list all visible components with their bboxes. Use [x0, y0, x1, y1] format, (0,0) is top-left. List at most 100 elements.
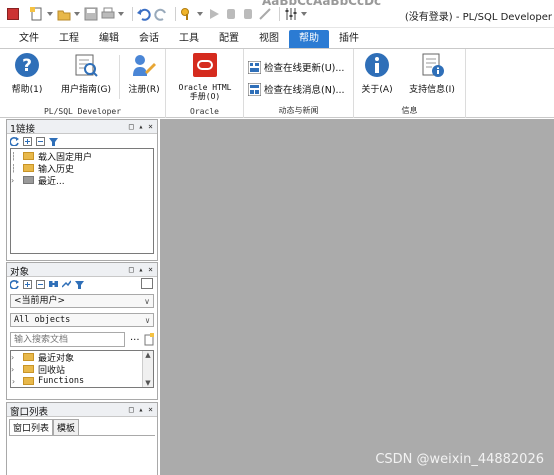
tab-view[interactable]: 视图	[249, 30, 289, 48]
tab-project[interactable]: 工程	[49, 30, 89, 48]
key-icon[interactable]	[180, 7, 194, 21]
rollback-icon[interactable]	[241, 7, 255, 21]
support-info-button[interactable]: 支持信息(I)	[402, 52, 462, 96]
customize-dropdown-icon[interactable]	[301, 12, 307, 16]
user-guide-icon	[75, 54, 98, 77]
collapse-icon[interactable]	[36, 136, 45, 146]
settings-sliders-icon[interactable]	[284, 7, 298, 21]
break-icon[interactable]	[258, 7, 272, 21]
tab-configure[interactable]: 配置	[209, 30, 249, 48]
save-icon[interactable]	[84, 7, 98, 21]
tab-tools[interactable]: 工具	[169, 30, 209, 48]
print-dropdown-icon[interactable]	[118, 12, 124, 16]
new-icon[interactable]	[30, 7, 44, 21]
undo-icon[interactable]	[137, 7, 151, 21]
tab-session[interactable]: 会话	[129, 30, 169, 48]
expand-icon[interactable]	[23, 136, 32, 146]
tree-line-icon: ┆	[11, 163, 16, 173]
group-label-oracle: Oracle	[190, 107, 219, 116]
object-search-input[interactable]	[10, 332, 125, 347]
chevron-right-icon[interactable]: ›	[11, 377, 19, 386]
help-button[interactable]: ? 帮助(1)	[5, 52, 49, 96]
redo-icon[interactable]	[154, 7, 168, 21]
objects-panel-title: 对象	[10, 267, 30, 278]
filter-icon[interactable]	[75, 280, 84, 289]
options-checkbox[interactable]	[141, 278, 153, 289]
window-list-panel-title: 窗口列表	[10, 407, 49, 418]
about-button[interactable]: 关于(A)	[356, 52, 398, 96]
chevron-right-icon[interactable]: ›	[11, 353, 19, 362]
group-label-info: 信息	[401, 106, 418, 115]
user-guide-button[interactable]: 用户指南(G)	[57, 52, 115, 96]
folder-icon	[23, 152, 34, 160]
oracle-html-manual-button[interactable]: Oracle HTML 手册(O)	[169, 52, 241, 101]
chevron-right-icon[interactable]: ›	[11, 365, 19, 374]
tree-item-functions[interactable]: › Functions	[11, 375, 153, 387]
ribbon-tabs: 文件 工程 编辑 会话 工具 配置 视图 帮助 插件	[0, 29, 554, 48]
window-list-content	[9, 435, 155, 475]
check-news-label: 检查在线消息(N)...	[264, 85, 345, 96]
filter-icon[interactable]	[49, 137, 58, 146]
object-type-select[interactable]: All objects ∨	[10, 313, 154, 327]
group-news: 检查在线更新(U)... 检查在线消息(N)... 动态与新闻	[244, 49, 354, 118]
window-title: (没有登录) - PL/SQL Developer	[404, 12, 552, 23]
scroll-up-icon[interactable]: ▲	[143, 351, 153, 359]
tab-help[interactable]: 帮助	[289, 30, 329, 48]
tab-file[interactable]: 文件	[9, 30, 49, 48]
tab-edit[interactable]: 编辑	[89, 30, 129, 48]
execute-icon[interactable]	[207, 7, 221, 21]
chevron-down-icon: ∨	[144, 297, 150, 306]
new-document-icon[interactable]	[144, 333, 155, 346]
commit-icon[interactable]	[224, 7, 238, 21]
collapse-icon[interactable]	[36, 279, 45, 289]
link-icon[interactable]	[62, 280, 71, 289]
connections-panel: 1链接 □ ▴ × ┆ 载入固定用户 ┆ 输入历史 › 最近...	[6, 119, 158, 261]
help-icon: ?	[15, 53, 39, 77]
group-label-news: 动态与新闻	[278, 106, 319, 115]
user-select-value: <当前用户>	[14, 296, 66, 306]
toolbar-separator	[279, 7, 280, 21]
refresh-icon[interactable]	[10, 136, 19, 146]
tree-item-input-history[interactable]: ┆ 输入历史	[11, 162, 153, 175]
objects-tree: › 最近对象 › 回收站 › Functions ▲ ▼	[10, 350, 154, 388]
check-updates-button[interactable]: 检查在线更新(U)...	[248, 59, 344, 75]
check-news-button[interactable]: 检查在线消息(N)...	[248, 81, 345, 97]
connections-panel-controls[interactable]: □ ▴ ×	[129, 122, 153, 131]
folder-icon	[23, 365, 34, 373]
open-dropdown-icon[interactable]	[74, 12, 80, 16]
new-dropdown-icon[interactable]	[47, 12, 53, 16]
check-news-icon	[248, 82, 261, 96]
print-icon[interactable]	[101, 7, 115, 21]
expand-icon[interactable]	[23, 279, 32, 289]
toolbar-separator	[132, 7, 133, 21]
tree-item-recent-objects[interactable]: › 最近对象	[11, 351, 153, 364]
tree-item-recent[interactable]: › 最近...	[11, 174, 153, 187]
folder-icon	[23, 176, 34, 184]
search-more-button[interactable]: ...	[130, 332, 140, 343]
objects-panel-controls[interactable]: □ ▴ ×	[129, 265, 153, 274]
info-icon	[365, 53, 389, 77]
window-list-panel-controls[interactable]: □ ▴ ×	[129, 405, 153, 414]
register-button[interactable]: 注册(R)	[124, 52, 164, 96]
window-list-panel-header: 窗口列表 □ ▴ ×	[7, 403, 157, 418]
tab-templates[interactable]: 模板	[53, 419, 80, 435]
tab-window-list[interactable]: 窗口列表	[9, 419, 54, 435]
user-select[interactable]: <当前用户> ∨	[10, 294, 154, 308]
refresh-icon[interactable]	[10, 279, 19, 289]
connections-tree: ┆ 载入固定用户 ┆ 输入历史 › 最近...	[10, 148, 154, 254]
scroll-down-icon[interactable]: ▼	[143, 379, 153, 387]
oracle-manual-line1: Oracle HTML	[178, 83, 232, 92]
key-dropdown-icon[interactable]	[197, 12, 203, 16]
objects-toolbar	[7, 277, 157, 291]
find-icon[interactable]	[49, 280, 58, 289]
objects-panel: 对象 □ ▴ × <当前用户> ∨ All objects ∨ ... › 最近…	[6, 262, 158, 400]
tree-item-recycle-bin[interactable]: › 回收站	[11, 363, 153, 376]
tree-item-label: Functions	[38, 376, 85, 386]
register-label: 注册(R)	[128, 85, 160, 95]
open-icon[interactable]	[57, 7, 71, 21]
tab-plugins[interactable]: 插件	[329, 30, 369, 48]
folder-icon	[23, 164, 34, 172]
tree-item-fixed-users[interactable]: ┆ 载入固定用户	[11, 150, 153, 163]
chevron-right-icon[interactable]: ›	[11, 176, 19, 185]
objects-scrollbar[interactable]: ▲ ▼	[142, 351, 153, 387]
